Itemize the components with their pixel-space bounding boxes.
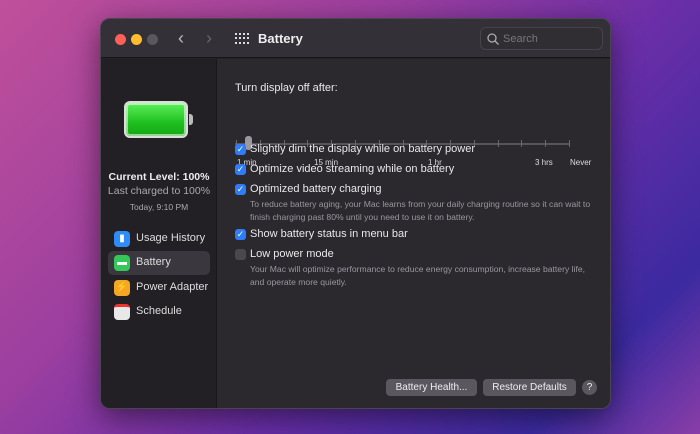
dim-display-checkbox[interactable]: ✓ xyxy=(235,144,246,155)
calendar-icon xyxy=(114,304,130,320)
tick-label: 3 hrs xyxy=(535,158,553,167)
battery-icon: ▬ xyxy=(114,255,130,271)
sidebar-item-battery[interactable]: ▬ Battery xyxy=(108,251,210,275)
battery-health-button[interactable]: Battery Health... xyxy=(386,379,477,396)
bolt-icon: ⚡ xyxy=(114,280,130,296)
sidebar: Current Level: 100% Last charged to 100%… xyxy=(101,59,217,408)
close-button[interactable] xyxy=(115,34,126,45)
last-charged: Last charged to 100% xyxy=(107,185,211,197)
search-placeholder: Search xyxy=(503,33,538,45)
slider-tick xyxy=(569,140,570,147)
low-power-checkbox[interactable] xyxy=(235,249,246,260)
last-charged-time: Today, 9:10 PM xyxy=(129,202,189,212)
sidebar-item-schedule[interactable]: Schedule xyxy=(108,300,210,324)
sidebar-item-label: Battery xyxy=(136,256,171,268)
sidebar-item-power-adapter[interactable]: ⚡ Power Adapter xyxy=(108,276,210,300)
zoom-button[interactable] xyxy=(147,34,158,45)
back-chevron-icon[interactable]: ‹ xyxy=(178,28,184,49)
optimize-video-label: Optimize video streaming while on batter… xyxy=(250,163,455,175)
search-icon xyxy=(487,33,499,45)
show-all-grid-icon[interactable] xyxy=(235,33,249,44)
sidebar-item-label: Power Adapter xyxy=(136,281,209,293)
restore-defaults-button[interactable]: Restore Defaults xyxy=(483,379,576,396)
optimized-charging-checkbox[interactable]: ✓ xyxy=(235,184,246,195)
battery-preferences-window: ‹ › Battery Search Current Level: 100% L… xyxy=(100,18,611,409)
search-input[interactable]: Search xyxy=(480,27,603,50)
main-panel: Turn display off after: 1 min 15 min 1 h… xyxy=(217,59,610,408)
optimized-charging-description: To reduce battery aging, your Mac learns… xyxy=(250,199,591,222)
optimize-video-checkbox[interactable]: ✓ xyxy=(235,164,246,175)
low-power-label: Low power mode xyxy=(250,248,334,260)
optimized-charging-label: Optimized battery charging xyxy=(250,183,382,195)
tick-label: Never xyxy=(570,158,592,167)
sidebar-item-label: Usage History xyxy=(136,232,206,244)
sidebar-item-label: Schedule xyxy=(136,305,182,317)
slider-tick xyxy=(545,140,547,147)
slider-tick xyxy=(497,140,499,147)
show-status-checkbox[interactable]: ✓ xyxy=(235,229,246,240)
sidebar-item-usage-history[interactable]: ▮ Usage History xyxy=(108,227,210,251)
help-button[interactable]: ? xyxy=(582,380,597,395)
show-status-label: Show battery status in menu bar xyxy=(250,228,408,240)
current-level: Current Level: 100% xyxy=(108,171,210,183)
slider-tick xyxy=(521,140,523,147)
dim-display-label: Slightly dim the display while on batter… xyxy=(250,143,476,155)
window-title: Battery xyxy=(258,31,303,46)
title-bar: ‹ › Battery Search xyxy=(101,19,610,58)
bar-chart-icon: ▮ xyxy=(114,231,130,247)
minimize-button[interactable] xyxy=(131,34,142,45)
low-power-description: Your Mac will optimize performance to re… xyxy=(250,264,586,287)
forward-chevron-icon[interactable]: › xyxy=(206,28,212,49)
battery-level-icon xyxy=(124,101,193,138)
display-off-label: Turn display off after: xyxy=(235,82,338,94)
